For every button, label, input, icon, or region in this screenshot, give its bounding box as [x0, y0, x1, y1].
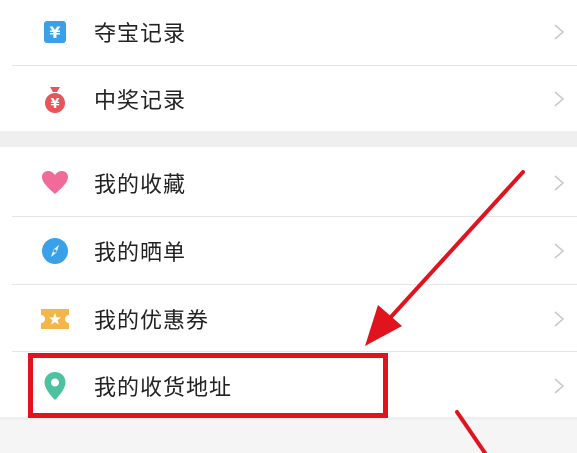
menu-screen: ¥ 夺宝记录 ¥ 中奖记录 我的收藏 我的晒单 我的优惠券 我的收货地址	[0, 0, 577, 453]
menu-item-shipping-address[interactable]: 我的收货地址	[0, 352, 577, 420]
chevron-right-icon	[554, 175, 565, 191]
chevron-right-icon	[554, 24, 565, 40]
compass-icon	[40, 236, 70, 266]
menu-item-label: 我的收藏	[94, 173, 187, 198]
menu-item-label: 中奖记录	[94, 89, 187, 114]
menu-item-duobao-records[interactable]: ¥ 夺宝记录	[0, 0, 577, 64]
menu-item-label: 我的收货地址	[94, 376, 233, 401]
menu-item-label: 我的优惠券	[94, 309, 210, 334]
menu-item-coupons[interactable]: 我的优惠券	[0, 285, 577, 353]
chevron-right-icon	[554, 378, 565, 394]
chevron-right-icon	[554, 311, 565, 327]
heart-icon	[40, 168, 70, 198]
chevron-right-icon	[554, 91, 565, 107]
menu-item-share-orders[interactable]: 我的晒单	[0, 217, 577, 285]
svg-text:¥: ¥	[50, 97, 59, 112]
chevron-right-icon	[554, 243, 565, 259]
menu-item-label: 我的晒单	[94, 241, 187, 266]
location-pin-icon	[40, 371, 70, 401]
menu-item-winning-records[interactable]: ¥ 中奖记录	[0, 66, 577, 132]
menu-item-label: 夺宝记录	[94, 22, 187, 47]
svg-text:¥: ¥	[49, 23, 60, 42]
menu-group-footer	[0, 420, 577, 453]
coupon-icon	[40, 304, 70, 334]
menu-item-favorites[interactable]: 我的收藏	[0, 149, 577, 217]
yen-document-icon: ¥	[40, 17, 70, 47]
money-bag-icon: ¥	[40, 84, 70, 114]
